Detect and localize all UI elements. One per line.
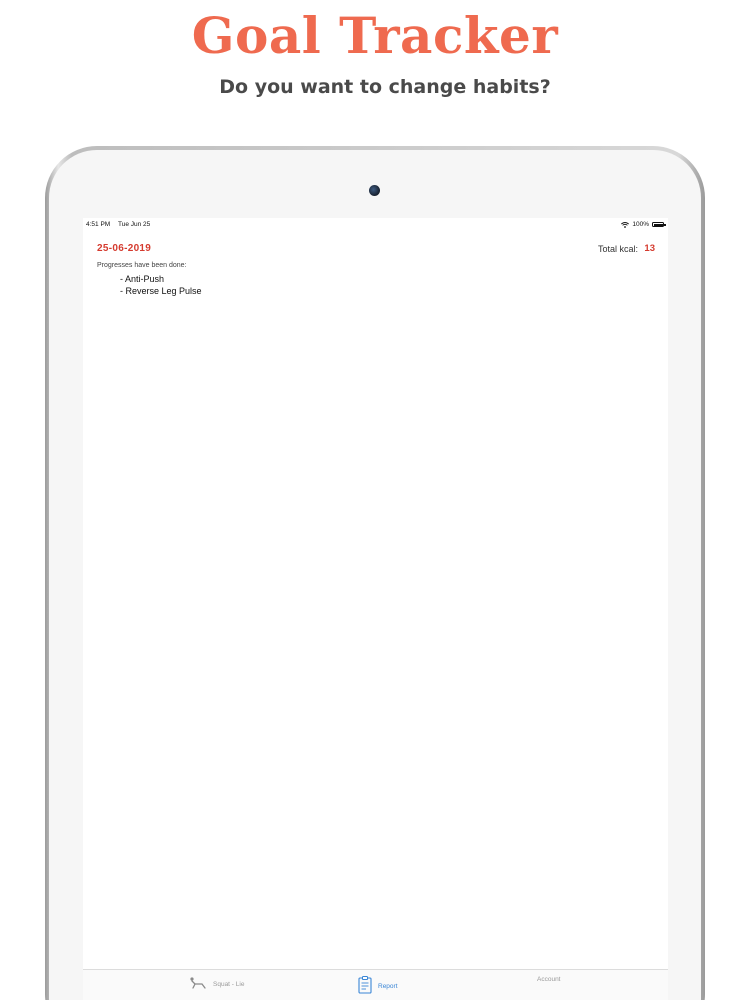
battery-icon bbox=[652, 222, 666, 227]
tab-bar: Squat - Lie Report Account bbox=[83, 969, 668, 1000]
battery-percent: 100% bbox=[632, 221, 649, 228]
tab-report[interactable]: Report bbox=[358, 976, 398, 996]
list-item: - Reverse Leg Pulse bbox=[120, 286, 202, 296]
battery-fill bbox=[653, 223, 663, 226]
tab-squat-lie[interactable]: Squat - Lie bbox=[189, 976, 244, 992]
tab-label: Squat - Lie bbox=[213, 980, 245, 988]
report-icon bbox=[358, 976, 372, 996]
progress-header: Progresses have been done: bbox=[97, 262, 187, 269]
tab-account[interactable]: Account bbox=[537, 976, 561, 983]
total-kcal-value: 13 bbox=[644, 243, 655, 254]
progress-list: - Anti-Push - Reverse Leg Pulse bbox=[120, 273, 202, 297]
status-date: Tue Jun 25 bbox=[118, 221, 151, 228]
report-date: 25-06-2019 bbox=[97, 243, 152, 254]
status-time: 4:51 PM bbox=[86, 221, 111, 228]
device-screen: 4:51 PM Tue Jun 25 100% 25-06-2019 Total… bbox=[83, 218, 668, 1000]
page: Goal Tracker Do you want to change habit… bbox=[0, 0, 750, 1000]
camera-icon bbox=[369, 185, 380, 196]
list-item: - Anti-Push bbox=[120, 274, 165, 284]
wifi-icon bbox=[621, 221, 630, 228]
squat-icon bbox=[189, 976, 207, 992]
tab-label: Account bbox=[537, 976, 561, 983]
app-title: Goal Tracker bbox=[191, 6, 559, 65]
status-bar: 4:51 PM Tue Jun 25 100% bbox=[83, 218, 668, 232]
tab-label: Report bbox=[378, 982, 398, 990]
total-kcal-label: Total kcal: bbox=[597, 244, 638, 254]
app-subtitle: Do you want to change habits? bbox=[219, 76, 551, 98]
status-indicators: 100% bbox=[621, 221, 666, 228]
